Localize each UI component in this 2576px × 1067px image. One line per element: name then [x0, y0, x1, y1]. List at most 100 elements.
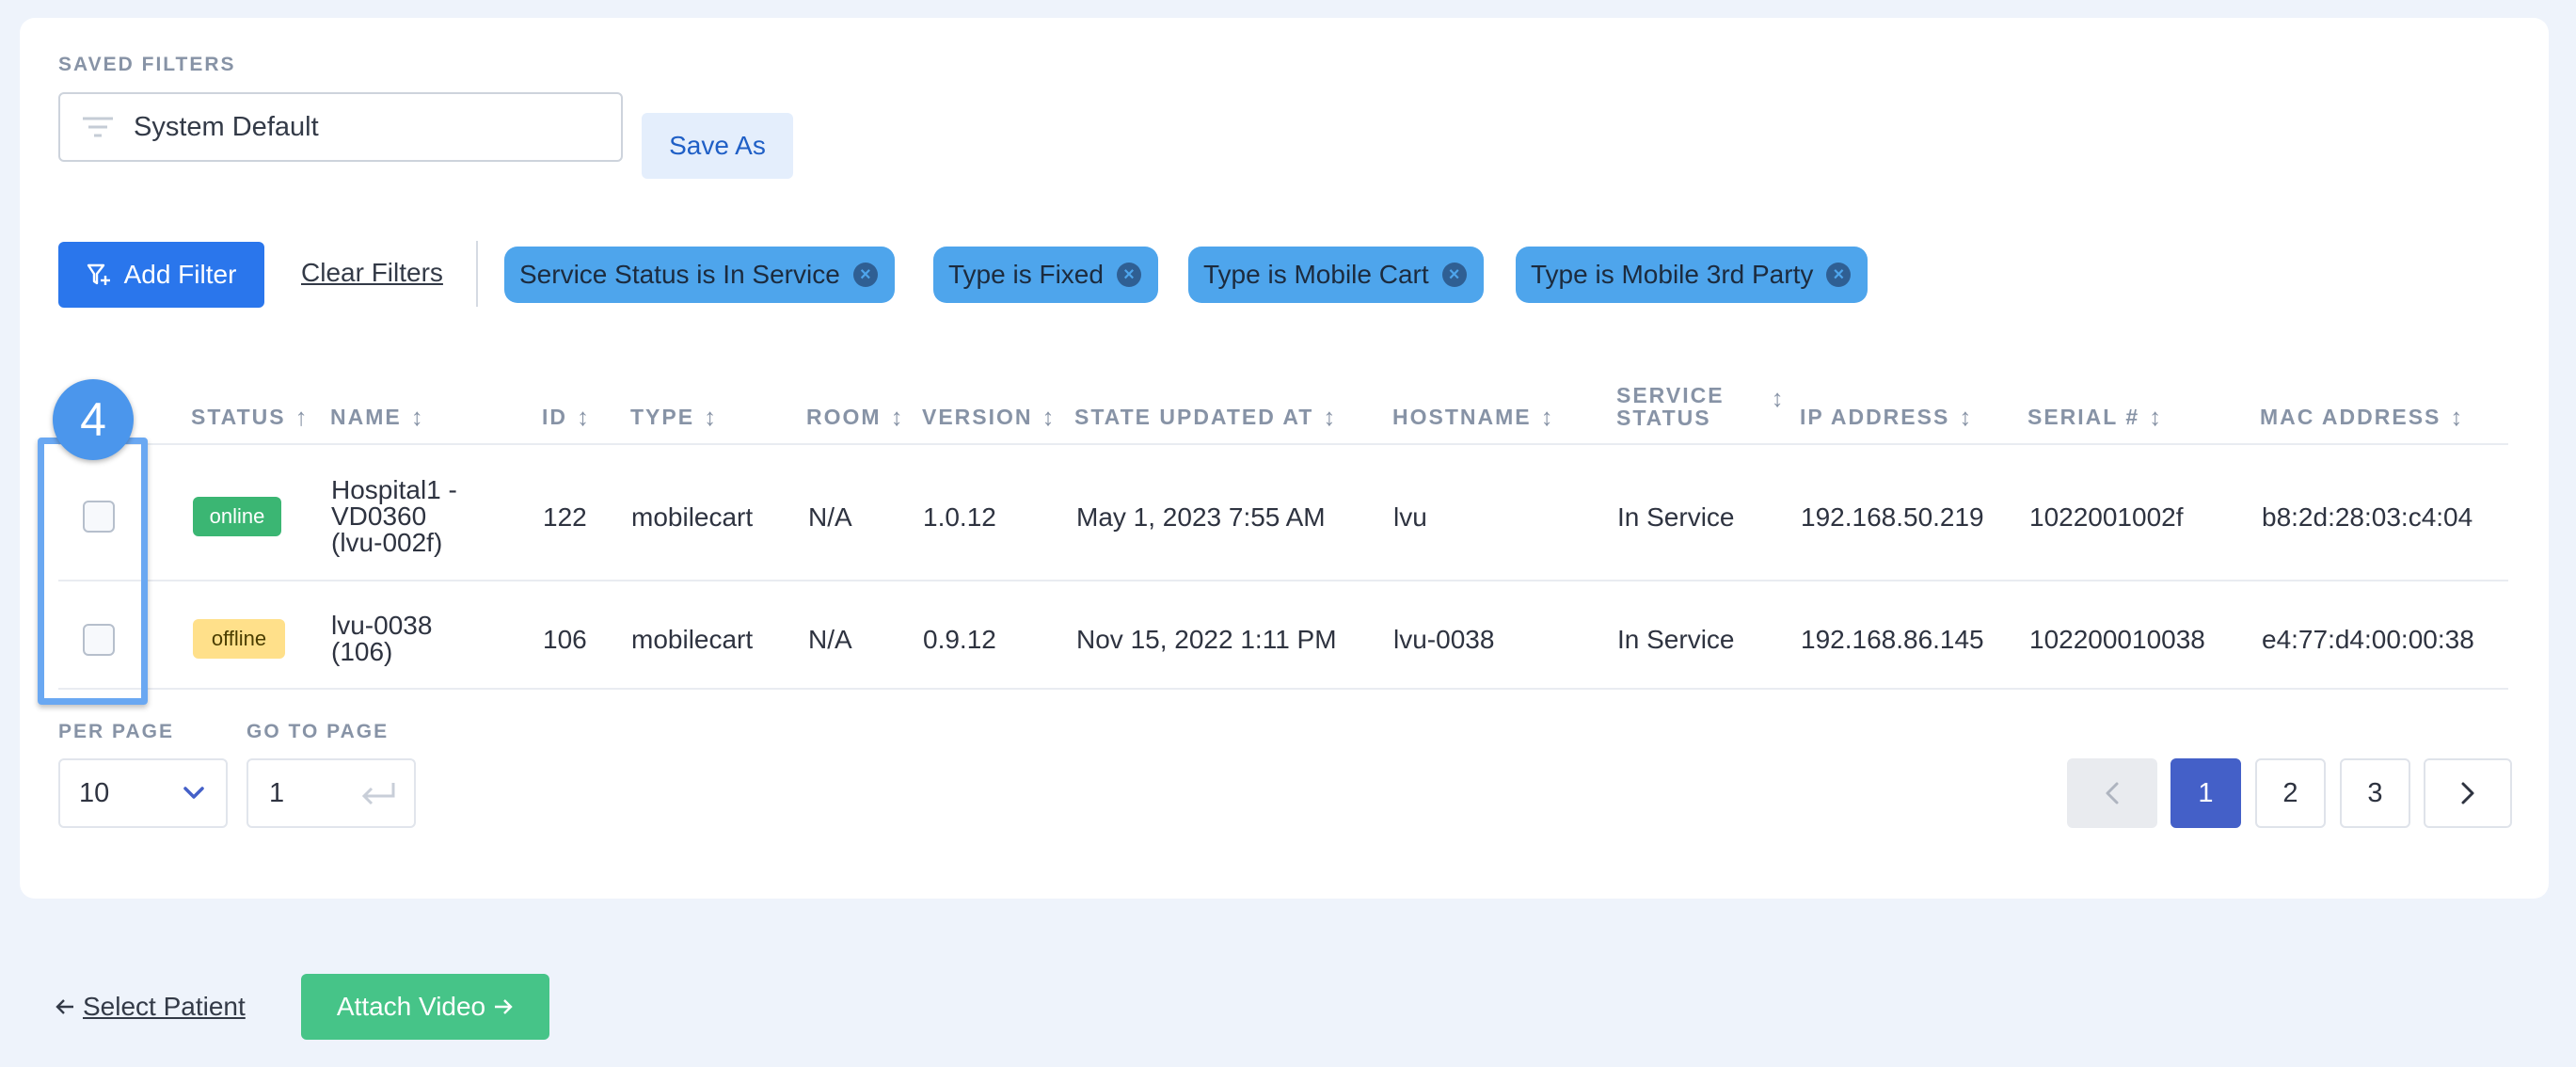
row-divider	[58, 580, 2508, 581]
chip-label: Service Status is In Service	[519, 260, 840, 289]
device-name: lvu-0038 (106)	[331, 613, 432, 665]
remove-chip-icon[interactable]: ×	[852, 263, 878, 287]
device-type: mobilecart	[631, 625, 754, 654]
filter-chip-type-mobile-cart[interactable]: Type is Mobile Cart ×	[1188, 247, 1484, 303]
sort-icon: ↕	[2450, 403, 2463, 431]
column-header-ip-address[interactable]: IP ADDRESS ↕	[1800, 403, 1971, 432]
sort-icon: ↕	[890, 403, 903, 431]
device-name-line: lvu-0038	[331, 611, 433, 640]
select-patient-link[interactable]: Select Patient	[55, 992, 246, 1022]
device-type: mobilecart	[631, 502, 754, 532]
chevron-right-icon	[2461, 782, 2474, 804]
per-page-label: PER PAGE	[58, 721, 174, 742]
chevron-down-icon	[183, 787, 204, 799]
column-header-service-status[interactable]: SERVICE STATUS ↕	[1616, 384, 1784, 429]
column-label-line: STATUS	[1616, 406, 1711, 430]
column-label: ROOM	[806, 405, 882, 429]
column-label: STATE UPDATED AT	[1074, 405, 1314, 429]
chevron-left-icon	[2106, 782, 2119, 804]
page-button-1[interactable]: 1	[2171, 758, 2241, 828]
sort-icon: ↕	[577, 403, 589, 431]
device-room: N/A	[808, 502, 852, 532]
column-label-line: SERVICE	[1616, 383, 1725, 407]
sort-icon: ↕	[1042, 403, 1055, 431]
column-label: NAME	[330, 405, 402, 429]
serial-number: 102200010038	[2029, 625, 2205, 654]
add-filter-label: Add Filter	[123, 260, 237, 289]
filter-divider	[476, 241, 478, 307]
device-hostname: lvu	[1393, 502, 1427, 532]
column-header-type[interactable]: TYPE ↕	[630, 403, 716, 432]
page-button-2[interactable]: 2	[2255, 758, 2326, 828]
sort-icon: ↕	[410, 403, 423, 431]
saved-filters-select[interactable]: System Default	[58, 92, 623, 162]
per-page-select[interactable]: 10	[58, 758, 228, 828]
remove-chip-icon[interactable]: ×	[1441, 263, 1467, 287]
arrow-right-icon	[495, 999, 513, 1014]
remove-chip-icon[interactable]: ×	[1116, 263, 1141, 287]
ip-address: 192.168.50.219	[1801, 502, 1984, 532]
column-header-name[interactable]: NAME ↕	[330, 403, 423, 432]
sort-icon: ↕	[704, 403, 717, 431]
device-name: Hospital1 - VD0360 (lvu-002f)	[331, 477, 457, 556]
enter-return-icon	[361, 783, 395, 805]
go-to-page-label: GO TO PAGE	[246, 721, 390, 742]
sort-icon: ↕	[1771, 384, 1784, 412]
column-label: STATUS	[191, 405, 286, 429]
device-hostname: lvu-0038	[1393, 625, 1495, 654]
page-button-3[interactable]: 3	[2340, 758, 2410, 828]
column-header-mac-address[interactable]: MAC ADDRESS ↕	[2260, 403, 2462, 432]
column-header-serial[interactable]: SERIAL # ↕	[2027, 403, 2161, 432]
device-id: 106	[543, 625, 587, 654]
column-label: VERSION	[922, 405, 1033, 429]
column-header-state-updated-at[interactable]: STATE UPDATED AT ↕	[1074, 403, 1335, 432]
column-label: SERVICE STATUS	[1616, 384, 1725, 429]
state-updated-at: May 1, 2023 7:55 AM	[1076, 502, 1326, 532]
clear-filters-link[interactable]: Clear Filters	[301, 258, 443, 288]
attach-video-button[interactable]: Attach Video	[301, 974, 549, 1040]
device-id: 122	[543, 502, 587, 532]
column-label: SERIAL #	[2027, 405, 2140, 429]
sort-icon: ↕	[2149, 403, 2162, 431]
column-label: MAC ADDRESS	[2260, 405, 2441, 429]
ip-address: 192.168.86.145	[1801, 625, 1984, 654]
add-filter-button[interactable]: Add Filter	[58, 242, 264, 308]
chip-label: Type is Fixed	[948, 260, 1104, 289]
go-to-page-value: 1	[269, 777, 285, 808]
column-header-id[interactable]: ID ↕	[542, 403, 589, 432]
column-label: ID	[542, 405, 567, 429]
filter-chip-service-status[interactable]: Service Status is In Service ×	[504, 247, 895, 303]
column-header-room[interactable]: ROOM ↕	[806, 403, 903, 432]
column-header-hostname[interactable]: HOSTNAME ↕	[1392, 403, 1553, 432]
next-page-button[interactable]	[2424, 758, 2512, 828]
column-label: IP ADDRESS	[1800, 405, 1950, 429]
chip-label: Type is Mobile 3rd Party	[1531, 260, 1814, 289]
device-name-line: (106)	[331, 637, 393, 666]
device-name-line: VD0360	[331, 502, 427, 531]
sort-icon: ↕	[1323, 403, 1336, 431]
saved-filters-label: SAVED FILTERS	[58, 54, 236, 75]
select-patient-label: Select Patient	[83, 992, 246, 1021]
filter-chip-type-fixed[interactable]: Type is Fixed ×	[933, 247, 1158, 303]
save-as-button[interactable]: Save As	[642, 113, 793, 179]
arrow-left-icon	[56, 999, 73, 1014]
header-divider	[58, 443, 2508, 445]
column-header-version[interactable]: VERSION ↕	[922, 403, 1055, 432]
column-label: HOSTNAME	[1392, 405, 1532, 429]
mac-address: b8:2d:28:03:c4:04	[2262, 502, 2473, 532]
filter-lines-icon	[83, 117, 113, 137]
column-label: TYPE	[630, 405, 695, 429]
prev-page-button[interactable]	[2067, 758, 2157, 828]
per-page-value: 10	[79, 777, 110, 808]
sort-icon: ↕	[1959, 403, 1972, 431]
filter-chip-type-mobile-3rd-party[interactable]: Type is Mobile 3rd Party ×	[1516, 247, 1868, 303]
status-badge: offline	[193, 619, 285, 659]
remove-chip-icon[interactable]: ×	[1826, 263, 1852, 287]
filter-plus-icon	[87, 263, 110, 285]
go-to-page-input[interactable]: 1	[246, 758, 416, 828]
service-status: In Service	[1617, 625, 1735, 654]
device-version: 0.9.12	[923, 625, 996, 654]
state-updated-at: Nov 15, 2022 1:11 PM	[1076, 625, 1337, 654]
service-status: In Service	[1617, 502, 1735, 532]
column-header-status[interactable]: STATUS ↑	[191, 403, 308, 432]
